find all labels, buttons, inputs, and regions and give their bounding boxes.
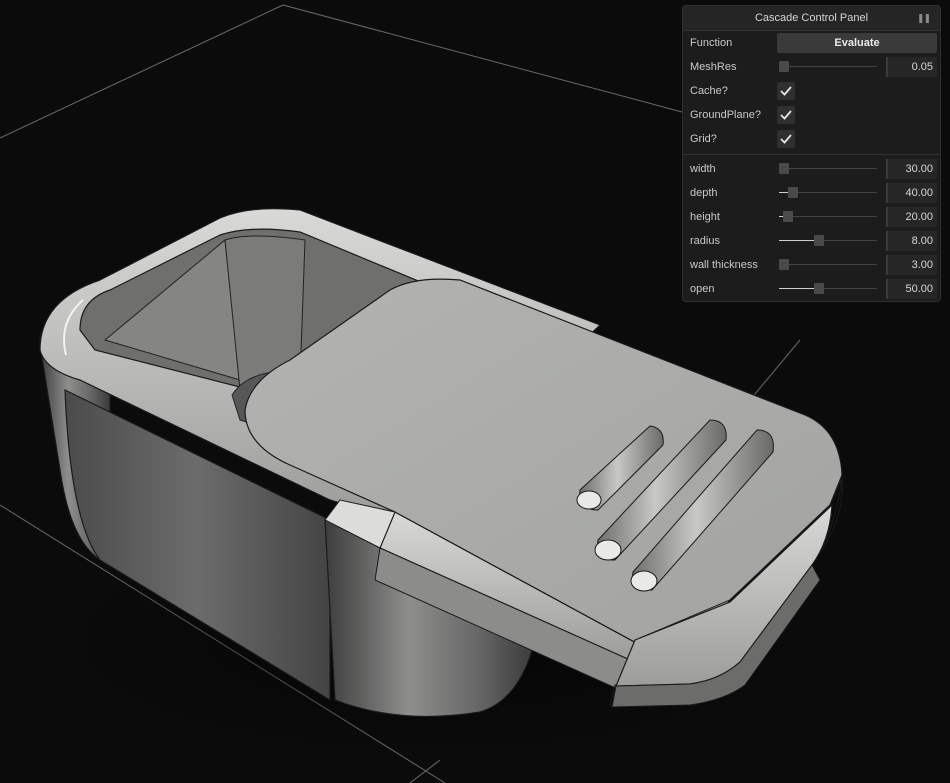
slider-knob[interactable] bbox=[779, 259, 789, 270]
slider-knob[interactable] bbox=[814, 283, 825, 294]
meshres-value[interactable]: 0.05 bbox=[886, 57, 937, 77]
depth-value[interactable]: 40.00 bbox=[886, 183, 937, 203]
slider-knob[interactable] bbox=[814, 235, 825, 246]
param-row-height: height 20.00 bbox=[683, 206, 940, 228]
checkmark-icon bbox=[780, 110, 792, 120]
height-label: height bbox=[690, 211, 720, 223]
slider-fill bbox=[779, 288, 819, 289]
checkmark-icon bbox=[780, 134, 792, 144]
width-slider[interactable] bbox=[779, 158, 877, 180]
slider-fill bbox=[779, 240, 819, 241]
wall-thickness-slider[interactable] bbox=[779, 254, 877, 276]
meshres-label: MeshRes bbox=[690, 61, 737, 73]
cache-row: Cache? bbox=[683, 80, 940, 102]
panel-divider bbox=[683, 154, 940, 155]
function-row: Function Evaluate bbox=[683, 32, 940, 54]
function-label: Function bbox=[690, 37, 733, 49]
checkmark-icon bbox=[780, 86, 792, 96]
panel-title: Cascade Control Panel bbox=[754, 12, 869, 24]
control-panel: Cascade Control Panel ❚❚ Function Evalua… bbox=[682, 5, 941, 302]
open-label: open bbox=[690, 283, 715, 295]
open-slider[interactable] bbox=[779, 278, 877, 300]
wall-thickness-label: wall thickness bbox=[690, 259, 758, 271]
cache-checkbox[interactable] bbox=[777, 82, 795, 100]
grid-label: Grid? bbox=[690, 133, 717, 145]
grid-checkbox[interactable] bbox=[777, 130, 795, 148]
panel-header[interactable]: Cascade Control Panel ❚❚ bbox=[683, 6, 940, 31]
evaluate-button[interactable]: Evaluate bbox=[777, 33, 937, 53]
height-value[interactable]: 20.00 bbox=[886, 207, 937, 227]
param-row-width: width 30.00 bbox=[683, 158, 940, 180]
height-slider[interactable] bbox=[779, 206, 877, 228]
depth-slider[interactable] bbox=[779, 182, 877, 204]
drag-handle-icon[interactable]: ❚❚ bbox=[917, 6, 931, 30]
wall-thickness-value[interactable]: 3.00 bbox=[886, 255, 937, 275]
cache-label: Cache? bbox=[690, 85, 728, 97]
param-row-depth: depth 40.00 bbox=[683, 182, 940, 204]
depth-label: depth bbox=[690, 187, 718, 199]
param-row-open: open 50.00 bbox=[683, 278, 940, 300]
slider-knob[interactable] bbox=[779, 163, 789, 174]
slider-knob[interactable] bbox=[783, 211, 794, 222]
slider-knob[interactable] bbox=[787, 187, 798, 198]
groundplane-label: GroundPlane? bbox=[690, 109, 761, 121]
radius-label: radius bbox=[690, 235, 720, 247]
width-value[interactable]: 30.00 bbox=[886, 159, 937, 179]
groundplane-row: GroundPlane? bbox=[683, 104, 940, 126]
slider-knob[interactable] bbox=[779, 61, 789, 72]
width-label: width bbox=[690, 163, 716, 175]
radius-slider[interactable] bbox=[779, 230, 877, 252]
radius-value[interactable]: 8.00 bbox=[886, 231, 937, 251]
grid-row: Grid? bbox=[683, 128, 940, 150]
open-value[interactable]: 50.00 bbox=[886, 279, 937, 299]
param-row-radius: radius 8.00 bbox=[683, 230, 940, 252]
meshres-slider[interactable] bbox=[779, 56, 877, 78]
meshres-row: MeshRes 0.05 bbox=[683, 56, 940, 78]
groundplane-checkbox[interactable] bbox=[777, 106, 795, 124]
param-row-wall-thickness: wall thickness 3.00 bbox=[683, 254, 940, 276]
